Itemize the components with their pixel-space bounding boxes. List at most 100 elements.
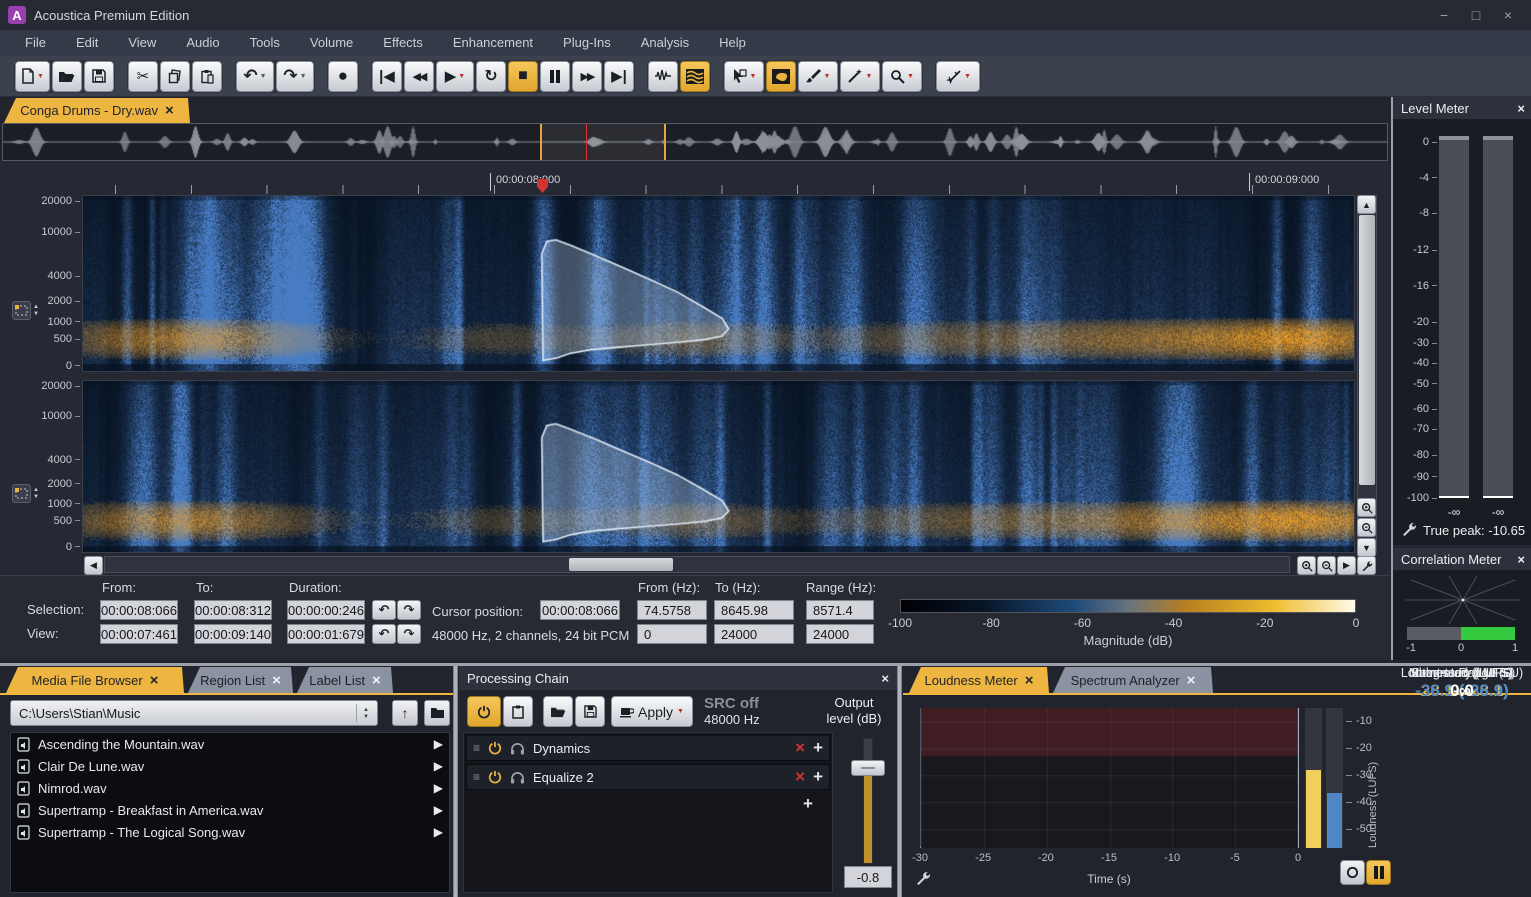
preview-play-icon[interactable]: ▶ [434,825,443,839]
view-settings-button[interactable] [1357,556,1376,575]
spin-down-icon[interactable]: ▼ [33,311,39,317]
view-redo-button[interactable]: ↷ [397,624,421,644]
menu-item[interactable]: File [10,30,61,56]
close-icon[interactable]: × [1517,101,1525,116]
menu-item[interactable]: Audio [171,30,234,56]
spin-up-icon[interactable]: ▲ [33,304,39,310]
horizontal-zoom-out-button[interactable] [1317,556,1336,575]
view-from-hz-field[interactable]: 0 [637,624,707,644]
vertical-scroll-thumb[interactable] [1359,215,1375,485]
save-button[interactable] [84,61,114,92]
spin-up-icon[interactable]: ▲ [363,707,369,713]
tab-region-list[interactable]: Region List × [188,667,293,693]
menu-item[interactable]: Analysis [626,30,704,56]
cursor-position-field[interactable]: 00:00:08:066 [540,600,620,620]
channel-2-spinner[interactable]: ▲ ▼ [33,487,39,500]
tab-close-icon[interactable]: × [372,672,381,689]
power-icon[interactable] [488,770,502,784]
overview-range-left-handle[interactable] [540,124,542,160]
play-button[interactable]: ▶ ▼ [436,61,474,92]
horizontal-zoom-in-button[interactable] [1297,556,1316,575]
output-level-slider-handle[interactable] [851,760,885,776]
output-level-slider-track[interactable] [863,738,873,864]
pause-button[interactable] [540,61,570,92]
spin-down-icon[interactable]: ▼ [33,494,39,500]
output-level-value[interactable]: -0.8 [844,866,892,888]
media-file-row[interactable]: Supertramp - The Logical Song.wav ▶ [11,821,449,843]
selection-to-field[interactable]: 00:00:08:312 [194,600,272,620]
path-spinner[interactable]: ▲ ▼ [356,704,369,722]
loop-playback-button[interactable]: ↻ [476,61,506,92]
menu-item[interactable]: Help [704,30,761,56]
view-range-hz-field[interactable]: 24000 [806,624,874,644]
open-file-button[interactable] [52,61,82,92]
sel-to-hz-field[interactable]: 8645.98 [714,600,794,620]
tab-close-icon[interactable]: × [272,672,281,689]
scroll-left-button[interactable]: ◀ [84,556,103,575]
tab-label-list[interactable]: Label List × [297,667,393,693]
path-combobox[interactable]: C:\Users\Stian\Music ▲ ▼ [10,700,378,726]
menu-item[interactable]: Enhancement [438,30,548,56]
tab-close-icon[interactable]: × [150,672,159,689]
chain-clipboard-button[interactable] [503,696,533,727]
preview-play-icon[interactable]: ▶ [434,759,443,773]
selection-redo-button[interactable]: ↷ [397,600,421,620]
menu-item[interactable]: Effects [368,30,438,56]
selection-from-field[interactable]: 00:00:08:066 [100,600,178,620]
view-from-field[interactable]: 00:00:07:461 [100,624,178,644]
chain-open-button[interactable] [543,696,573,727]
scroll-right-button[interactable]: ▶ [1337,556,1356,575]
tab-media-file-browser[interactable]: Media File Browser × [6,667,184,693]
drag-handle-icon[interactable]: ≡ [473,770,480,784]
vertical-zoom-in-button[interactable] [1357,498,1376,517]
retouch-tool-button[interactable]: ▼ [936,61,980,92]
record-button[interactable]: ● [328,61,358,92]
chain-effect-row[interactable]: ≡ Dynamics × + [466,735,830,761]
fast-forward-button[interactable]: ▶▶ [572,61,602,92]
browse-folder-button[interactable] [424,700,450,726]
splitter-handle[interactable] [897,666,902,897]
spin-up-icon[interactable]: ▲ [33,487,39,493]
chain-save-button[interactable] [575,696,605,727]
tab-close-icon[interactable]: × [165,102,174,119]
splitter-handle[interactable] [453,666,458,897]
go-to-end-button[interactable]: ▶| [604,61,634,92]
add-effect-icon[interactable]: + [813,767,823,787]
waveform-view-button[interactable] [648,61,678,92]
folder-up-button[interactable]: ↑ [392,700,418,726]
scroll-up-button[interactable]: ▲ [1357,195,1376,214]
menu-item[interactable]: Plug-Ins [548,30,626,56]
new-file-button[interactable]: ▼ [15,61,50,92]
spectrogram-view-button[interactable] [680,61,710,92]
minimize-button[interactable]: − [1435,7,1453,23]
select-tool-button[interactable]: ▼ [724,61,764,92]
loudness-reset-button[interactable] [1340,860,1365,885]
media-file-row[interactable]: Supertramp - Breakfast in America.wav ▶ [11,799,449,821]
channel-1-spinner[interactable]: ▲ ▼ [33,304,39,317]
overview-view-range[interactable] [541,124,665,160]
power-icon[interactable] [488,741,502,755]
menu-item[interactable]: Tools [235,30,295,56]
go-to-start-button[interactable]: |◀ [372,61,402,92]
remove-effect-icon[interactable]: × [795,767,805,787]
scroll-down-button[interactable]: ▼ [1357,538,1376,557]
maximize-button[interactable]: □ [1467,7,1485,23]
spectrogram-channel-2[interactable] [82,380,1355,553]
channel-select-tool-button[interactable] [12,301,31,320]
waveform-overview[interactable] [2,123,1388,161]
brush-tool-button[interactable]: ▼ [798,61,838,92]
spectrogram-channel-1[interactable] [82,195,1355,372]
redo-button[interactable]: ↷ ▼ [276,61,314,92]
media-file-row[interactable]: Clair De Lune.wav ▶ [11,755,449,777]
headphones-icon[interactable] [510,742,525,755]
media-file-row[interactable]: Ascending the Mountain.wav ▶ [11,733,449,755]
view-to-field[interactable]: 00:00:09:140 [194,624,272,644]
horizontal-scrollbar[interactable] [104,556,1290,573]
chain-effect-row[interactable]: ≡ Equalize 2 × + [466,764,830,790]
loudness-pause-button[interactable] [1366,860,1391,885]
remove-effect-icon[interactable]: × [795,738,805,758]
menu-item[interactable]: View [113,30,171,56]
wrench-icon[interactable] [1401,521,1417,537]
preview-play-icon[interactable]: ▶ [434,737,443,751]
file-tab[interactable]: Conga Drums - Dry.wav × [4,98,190,123]
